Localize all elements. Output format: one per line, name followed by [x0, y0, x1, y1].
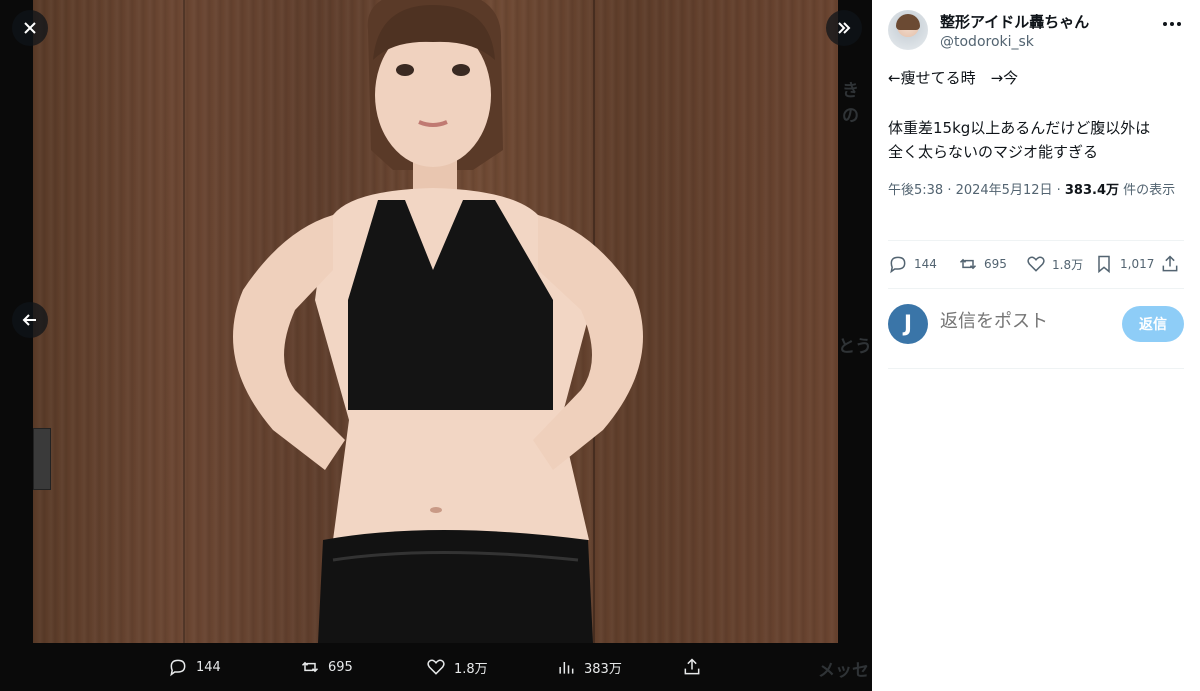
- viewer-share-button[interactable]: [682, 657, 702, 677]
- viewer-repost-count: 695: [328, 659, 353, 675]
- author-name[interactable]: 整形アイドル轟ちゃん: [940, 11, 1089, 32]
- tweet-text-line: 全く太らないのマジオ能すぎる: [888, 143, 1099, 161]
- close-icon: [24, 22, 36, 34]
- like-button[interactable]: 1.8万: [1026, 254, 1083, 274]
- chevron-double-right-icon: [838, 22, 851, 34]
- viewer-action-bar: 144 695 1.8万 383万: [0, 643, 872, 691]
- like-count: 1.8万: [1052, 257, 1084, 272]
- viewer-like-button[interactable]: 1.8万: [426, 657, 488, 677]
- reply-submit-button[interactable]: 返信: [1122, 306, 1184, 342]
- tweet-text-line: 体重差15kg以上あるんだけど腹以外は: [888, 119, 1151, 137]
- person-figure: [233, 0, 643, 643]
- views-chart-icon: [559, 662, 574, 674]
- heart-icon: [427, 659, 445, 675]
- tweet-text: ←痩せてる時 →今 体重差15kg以上あるんだけど腹以外は 全く太らないのマジオ…: [888, 66, 1188, 164]
- heart-icon: [1027, 256, 1045, 272]
- tweet-detail-panel: 整形アイドル轟ちゃん @todoroki_sk ←痩せてる時 →今 体重差15k…: [872, 0, 1200, 691]
- more-dots-icon: [1163, 22, 1167, 26]
- background-ghost-text: きの: [842, 81, 859, 126]
- reply-icon: [170, 659, 186, 677]
- media-viewer: きの とう メッセ 144 695 1.8万 383万: [0, 0, 872, 691]
- tweet-author[interactable]: 整形アイドル轟ちゃん @todoroki_sk: [888, 10, 1089, 50]
- repost-button[interactable]: 695: [958, 254, 1007, 274]
- repost-icon: [301, 661, 319, 673]
- reply-button[interactable]: 144: [888, 254, 937, 274]
- viewer-reply-button[interactable]: 144: [168, 657, 221, 677]
- reply-icon: [890, 256, 906, 274]
- arrow-left-icon: [22, 314, 36, 326]
- viewer-views-button[interactable]: 383万: [556, 657, 622, 677]
- author-info: 整形アイドル轟ちゃん @todoroki_sk: [940, 11, 1089, 50]
- tweet-view-count: 383.4万: [1064, 183, 1120, 198]
- tweet-photo[interactable]: [33, 0, 838, 643]
- viewer-repost-button[interactable]: 695: [300, 657, 353, 677]
- reply-count: 144: [914, 257, 937, 271]
- tweet-text-line: ←痩せてる時 →今: [888, 69, 1019, 87]
- expand-panel-button[interactable]: [826, 10, 862, 46]
- viewer-views-count: 383万: [584, 661, 622, 677]
- viewer-reply-count: 144: [196, 659, 221, 675]
- share-icon: [684, 658, 700, 675]
- bookmark-count: 1,017: [1120, 257, 1155, 271]
- divider: [888, 368, 1184, 369]
- more-options-button[interactable]: [1160, 12, 1184, 36]
- bookmark-button[interactable]: 1,017: [1094, 254, 1154, 274]
- close-button[interactable]: [12, 10, 48, 46]
- tweet-meta: 午後5:38 · 2024年5月12日 · 383.4万 件の表示: [888, 180, 1184, 202]
- share-icon: [1162, 255, 1178, 272]
- tweet-view-suffix: 件の表示: [1119, 183, 1176, 198]
- user-avatar[interactable]: J: [888, 304, 928, 344]
- divider: [888, 240, 1184, 241]
- reply-composer: J 返信: [888, 302, 1184, 346]
- viewer-like-count: 1.8万: [454, 661, 488, 677]
- repost-icon: [959, 258, 977, 270]
- author-avatar[interactable]: [888, 10, 928, 50]
- author-handle[interactable]: @todoroki_sk: [940, 34, 1089, 50]
- tweet-timestamp[interactable]: 午後5:38 · 2024年5月12日 ·: [888, 183, 1065, 198]
- bookmark-icon: [1098, 255, 1110, 274]
- divider: [888, 288, 1184, 289]
- share-button[interactable]: [1160, 254, 1180, 274]
- tweet-action-bar: 144 695 1.8万 1,017: [888, 252, 1188, 276]
- previous-media-button[interactable]: [12, 302, 48, 338]
- reply-input[interactable]: [938, 310, 1112, 333]
- repost-count: 695: [984, 257, 1007, 271]
- background-ghost-text: とう: [838, 337, 872, 357]
